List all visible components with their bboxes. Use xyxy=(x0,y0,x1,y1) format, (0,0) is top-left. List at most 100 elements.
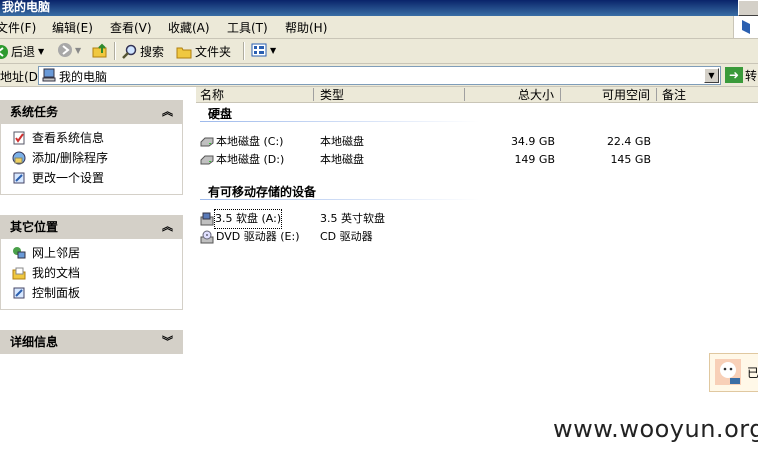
drive-row[interactable]: 本地磁盘 (D:) 本地磁盘 149 GB 145 GB xyxy=(196,151,758,169)
other-places-title: 其它位置 xyxy=(10,220,59,234)
hard-disk-icon xyxy=(200,151,214,171)
other-places-header[interactable]: 其它位置 ︽ xyxy=(0,215,183,239)
toolbar: 后退 ▼ ▼ 搜索 文件夹 ▼ xyxy=(0,39,758,64)
place-label: 控制面板 xyxy=(32,286,81,300)
system-tasks-header[interactable]: 系统任务 ︽ xyxy=(0,100,183,124)
task-change-setting[interactable]: 更改一个设置 xyxy=(1,168,182,188)
column-divider[interactable] xyxy=(656,88,657,101)
column-name[interactable]: 名称 xyxy=(200,88,224,102)
system-tasks-title: 系统任务 xyxy=(10,105,59,119)
add-remove-programs-icon xyxy=(12,151,26,165)
search-button[interactable]: 搜索 xyxy=(122,43,164,60)
menu-bar: 文件(F) 编辑(E) 查看(V) 收藏(A) 工具(T) 帮助(H) xyxy=(0,16,758,39)
back-dropdown-icon[interactable]: ▼ xyxy=(38,47,44,56)
column-free-space[interactable]: 可用空间 xyxy=(602,88,650,102)
my-documents-icon xyxy=(12,267,26,280)
drive-total: 149 GB xyxy=(514,153,555,166)
address-bar: 地址(D) 我的电脑 ▼ ➜ 转 xyxy=(0,64,758,87)
column-type[interactable]: 类型 xyxy=(320,88,344,102)
views-button[interactable]: ▼ xyxy=(251,43,276,57)
drive-name: DVD 驱动器 (E:) xyxy=(216,230,300,243)
place-network[interactable]: 网上邻居 xyxy=(1,243,182,263)
menu-view[interactable]: 查看(V) xyxy=(110,19,152,36)
toolbar-separator xyxy=(114,42,116,60)
column-divider[interactable] xyxy=(560,88,561,101)
forward-button[interactable]: ▼ xyxy=(58,43,81,57)
column-divider[interactable] xyxy=(464,88,465,101)
go-label: 转 xyxy=(745,68,758,83)
group-divider xyxy=(200,199,480,200)
address-value: 我的电脑 xyxy=(59,70,108,84)
drive-row[interactable]: 本地磁盘 (C:) 本地磁盘 34.9 GB 22.4 GB xyxy=(196,133,758,151)
drive-free: 145 GB xyxy=(610,153,651,166)
place-label: 网上邻居 xyxy=(32,246,81,260)
task-label: 更改一个设置 xyxy=(32,171,105,185)
network-places-icon xyxy=(13,247,26,259)
column-comments[interactable]: 备注 xyxy=(662,88,686,102)
menu-file[interactable]: 文件(F) xyxy=(0,19,36,36)
forward-dropdown-icon[interactable]: ▼ xyxy=(75,46,81,55)
menu-help[interactable]: 帮助(H) xyxy=(285,19,327,36)
control-panel-icon xyxy=(13,287,25,299)
address-input[interactable]: 我的电脑 ▼ xyxy=(38,66,721,85)
back-button[interactable]: 后退 ▼ xyxy=(0,43,44,60)
go-arrow-icon: ➜ xyxy=(725,67,743,83)
back-arrow-icon xyxy=(0,44,8,59)
forward-arrow-icon xyxy=(58,43,72,57)
folder-up-icon xyxy=(92,43,107,58)
go-button[interactable]: ➜ 转 xyxy=(725,66,758,84)
title-bar: 我的电脑 xyxy=(0,0,758,16)
collapse-icon[interactable]: ︽ xyxy=(162,100,173,124)
system-tasks-panel: 系统任务 ︽ 查看系统信息 添加/删除程序 更改一个设置 xyxy=(0,100,183,195)
details-header[interactable]: 详细信息 ︾ xyxy=(0,330,183,354)
close-button[interactable] xyxy=(738,0,758,16)
folders-label: 文件夹 xyxy=(195,45,232,59)
folder-icon xyxy=(176,47,192,58)
other-places-panel: 其它位置 ︽ 网上邻居 我的文档 控制面板 xyxy=(0,215,183,310)
up-button[interactable] xyxy=(92,43,108,59)
notification-popup[interactable]: 已 xyxy=(709,353,758,392)
menu-favorites[interactable]: 收藏(A) xyxy=(168,19,210,36)
system-info-icon xyxy=(13,131,25,145)
dvd-drive-icon xyxy=(200,228,214,250)
drive-type: 本地磁盘 xyxy=(320,135,364,148)
column-total-size[interactable]: 总大小 xyxy=(518,88,554,102)
drive-free: 22.4 GB xyxy=(606,135,651,148)
column-divider[interactable] xyxy=(313,88,314,101)
windows-logo-icon xyxy=(733,16,758,38)
toolbar-separator xyxy=(243,42,245,60)
drive-total: 34.9 GB xyxy=(510,135,555,148)
task-add-remove-programs[interactable]: 添加/删除程序 xyxy=(1,148,182,168)
group-removable: 有可移动存储的设备 xyxy=(208,185,317,199)
task-pane: 系统任务 ︽ 查看系统信息 添加/删除程序 更改一个设置 其它位置 ︽ 网上邻居… xyxy=(0,87,193,459)
place-my-documents[interactable]: 我的文档 xyxy=(1,263,182,283)
avatar-icon xyxy=(715,359,741,385)
hard-disk-icon xyxy=(200,133,214,153)
drive-row[interactable]: DVD 驱动器 (E:) CD 驱动器 xyxy=(196,228,758,246)
task-view-system-info[interactable]: 查看系统信息 xyxy=(1,128,182,148)
place-control-panel[interactable]: 控制面板 xyxy=(1,283,182,303)
column-header: 名称 类型 总大小 可用空间 备注 xyxy=(196,87,758,103)
notification-text: 已 xyxy=(747,366,758,380)
place-label: 我的文档 xyxy=(32,266,81,280)
task-label: 查看系统信息 xyxy=(32,131,105,145)
menu-tools[interactable]: 工具(T) xyxy=(227,19,268,36)
watermark: www.wooyun.org xyxy=(553,415,758,443)
expand-icon[interactable]: ︾ xyxy=(162,330,173,354)
views-dropdown-icon[interactable]: ▼ xyxy=(270,46,276,55)
address-label: 地址(D) xyxy=(0,70,43,84)
address-dropdown-icon[interactable]: ▼ xyxy=(704,68,719,83)
group-hard-disks: 硬盘 xyxy=(208,107,233,121)
group-divider xyxy=(200,121,480,122)
drive-name: 本地磁盘 (C:) xyxy=(216,135,284,148)
search-icon xyxy=(122,44,137,59)
window-title: 我的电脑 xyxy=(2,0,51,14)
collapse-icon[interactable]: ︽ xyxy=(162,215,173,239)
menu-edit[interactable]: 编辑(E) xyxy=(52,19,93,36)
drive-row[interactable]: 3.5 软盘 (A:) 3.5 英寸软盘 xyxy=(196,209,758,229)
file-list: 名称 类型 总大小 可用空间 备注 硬盘 本地磁盘 (C:) 本地磁盘 34.9… xyxy=(196,87,758,459)
drive-type: CD 驱动器 xyxy=(320,230,373,243)
folders-button[interactable]: 文件夹 xyxy=(176,43,231,60)
drive-type: 3.5 英寸软盘 xyxy=(320,212,385,225)
task-label: 添加/删除程序 xyxy=(32,151,109,165)
